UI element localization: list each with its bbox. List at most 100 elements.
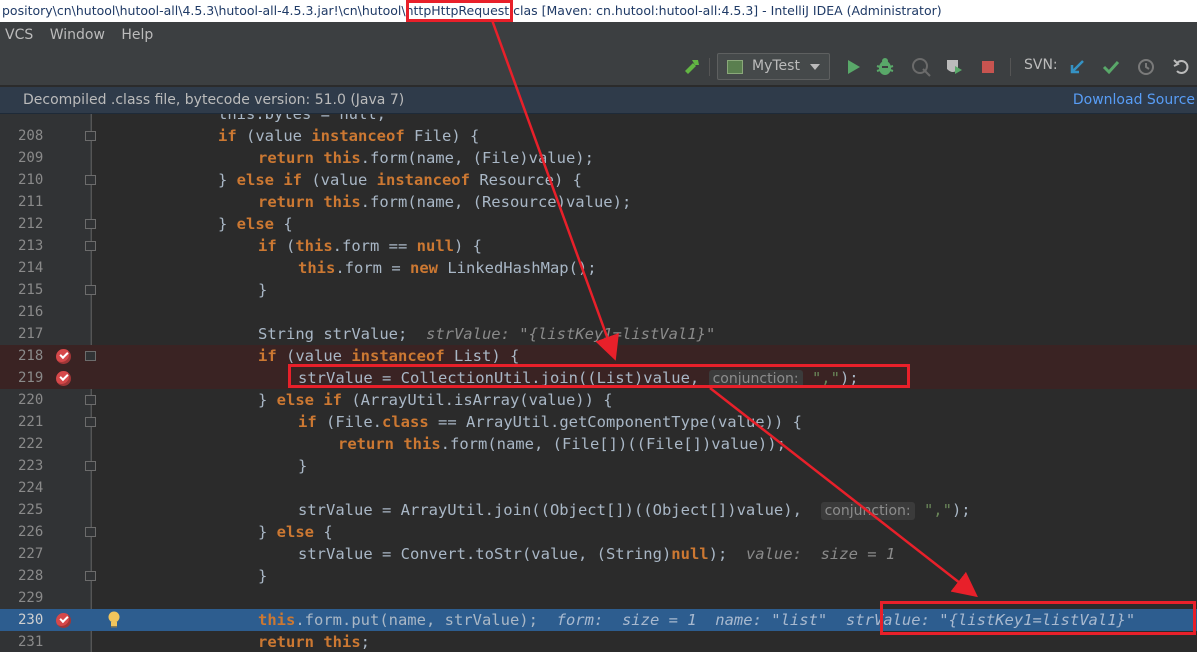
parameter-hint: conjunction: xyxy=(708,370,803,388)
inline-debug-value: strValue: "{listKey1=listVal1}" xyxy=(845,611,1136,629)
code-text: } else if (ArrayUtil.isArray(value)) { xyxy=(258,391,613,409)
line-number: 231 xyxy=(18,634,44,650)
fold-marker-icon[interactable] xyxy=(85,527,96,537)
toolbar-separator xyxy=(1010,58,1011,76)
inline-debug-value: strValue: "{listKey1=listVal1}" xyxy=(425,325,716,343)
code-text: return this.form(name, (File)value); xyxy=(258,149,594,167)
profiler-icon[interactable] xyxy=(943,56,965,78)
code-line-220[interactable]: 220 } else if (ArrayUtil.isArray(value))… xyxy=(0,389,1197,411)
run-coverage-icon[interactable] xyxy=(910,56,932,78)
line-number: 216 xyxy=(18,304,44,320)
fold-marker-icon[interactable] xyxy=(85,131,96,141)
menu-vcs[interactable]: VCS xyxy=(0,22,37,48)
code-line-228[interactable]: 228 } xyxy=(0,565,1197,587)
code-editor[interactable]: this.bytes = null; 208 if (value instanc… xyxy=(0,114,1197,652)
run-config-select[interactable]: MyTest xyxy=(717,53,830,80)
debug-bug-icon[interactable] xyxy=(874,56,896,78)
code-line-224[interactable]: 224 xyxy=(0,477,1197,499)
breakpoint-icon[interactable] xyxy=(56,349,71,364)
code-text: strValue = ArrayUtil.join((Object[])((Ob… xyxy=(298,501,971,520)
stop-icon[interactable] xyxy=(977,56,999,78)
line-number: 221 xyxy=(18,414,44,430)
code-text: if (File.class == ArrayUtil.getComponent… xyxy=(298,413,802,431)
main-toolbar: MyTest SVN: xyxy=(0,48,1197,86)
code-line-213[interactable]: 213 if (this.form == null) { xyxy=(0,235,1197,257)
code-text: String strValue; strValue: "{listKey1=li… xyxy=(258,325,716,343)
code-line-219[interactable]: 219 strValue = CollectionUtil.join((List… xyxy=(0,367,1197,389)
line-number: 213 xyxy=(18,238,44,254)
breakpoint-icon[interactable] xyxy=(56,613,71,628)
code-line-230-current[interactable]: 230 this.form.put(name, strValue); form:… xyxy=(0,609,1197,631)
breakpoint-icon[interactable] xyxy=(56,371,71,386)
svn-label: SVN: xyxy=(1024,57,1058,73)
code-text: return this.form(name, (File[])((File[])… xyxy=(338,435,786,453)
history-clock-icon[interactable] xyxy=(1135,56,1157,78)
code-line-222[interactable]: 222 return this.form(name, (File[])((Fil… xyxy=(0,433,1197,455)
line-number: 222 xyxy=(18,436,44,452)
code-line-208[interactable]: 208 if (value instanceof File) { xyxy=(0,125,1197,147)
code-line-221[interactable]: 221 if (File.class == ArrayUtil.getCompo… xyxy=(0,411,1197,433)
inline-debug-value: form: size = 1 name: "list" xyxy=(556,611,828,629)
svn-update-icon[interactable] xyxy=(1066,56,1088,78)
code-text: this.form = new LinkedHashMap(); xyxy=(298,259,597,277)
code-line-227[interactable]: 227 strValue = Convert.toStr(value, (Str… xyxy=(0,543,1197,565)
title-path: pository\cn\hutool\hutool-all\4.5.3\huto… xyxy=(2,3,432,18)
code-line-210[interactable]: 210 } else if (value instanceof Resource… xyxy=(0,169,1197,191)
fold-marker-icon[interactable] xyxy=(85,285,96,295)
fold-marker-icon[interactable] xyxy=(85,241,96,251)
decompiled-message: Decompiled .class file, bytecode version… xyxy=(23,92,405,108)
menu-window[interactable]: Window xyxy=(46,22,109,48)
code-line-217[interactable]: 217 String strValue; strValue: "{listKey… xyxy=(0,323,1197,345)
title-filename: HttpRequest.clas xyxy=(431,3,538,18)
line-number: 212 xyxy=(18,216,44,232)
line-number: 220 xyxy=(18,392,44,408)
code-line-212[interactable]: 212 } else { xyxy=(0,213,1197,235)
code-line-226[interactable]: 226 } else { xyxy=(0,521,1197,543)
code-text: } xyxy=(258,567,268,585)
line-number: 210 xyxy=(18,172,44,188)
code-line-223[interactable]: 223 } xyxy=(0,455,1197,477)
code-text: } else if (value instanceof Resource) { xyxy=(218,171,582,189)
run-config-icon xyxy=(727,60,743,74)
window-title: pository\cn\hutool\hutool-all\4.5.3\huto… xyxy=(0,0,1197,22)
code-line-215[interactable]: 215 } xyxy=(0,279,1197,301)
code-line-209[interactable]: 209 return this.form(name, (File)value); xyxy=(0,147,1197,169)
fold-marker-icon[interactable] xyxy=(85,175,96,185)
code-line-216[interactable]: 216 xyxy=(0,301,1197,323)
fold-marker-icon[interactable] xyxy=(85,417,96,427)
code-text: strValue = CollectionUtil.join((List)val… xyxy=(298,369,859,388)
menu-help[interactable]: Help xyxy=(117,22,157,48)
line-number: 229 xyxy=(18,590,44,606)
code-text: return this.form(name, (Resource)value); xyxy=(258,193,632,211)
code-text: } xyxy=(258,281,268,299)
fold-marker-icon[interactable] xyxy=(85,351,96,361)
line-number: 219 xyxy=(18,370,44,386)
fold-marker-icon[interactable] xyxy=(85,395,96,405)
code-line-214[interactable]: 214 this.form = new LinkedHashMap(); xyxy=(0,257,1197,279)
code-text: if (value instanceof File) { xyxy=(218,127,480,145)
run-icon[interactable] xyxy=(842,56,864,78)
code-text: if (this.form == null) { xyxy=(258,237,482,255)
code-line-211[interactable]: 211 return this.form(name, (Resource)val… xyxy=(0,191,1197,213)
fold-marker-icon[interactable] xyxy=(85,219,96,229)
line-number: 224 xyxy=(18,480,44,496)
code-line[interactable]: this.bytes = null; xyxy=(0,114,1197,125)
fold-marker-icon[interactable] xyxy=(85,571,96,581)
code-line-231[interactable]: 231 return this; xyxy=(0,631,1197,652)
code-line-218[interactable]: 218 if (value instanceof List) { xyxy=(0,345,1197,367)
download-sources-link[interactable]: Download Source xyxy=(1073,87,1195,114)
line-number: 230 xyxy=(18,612,44,628)
code-line-225[interactable]: 225 strValue = ArrayUtil.join((Object[])… xyxy=(0,499,1197,521)
line-number: 208 xyxy=(18,128,44,144)
revert-icon[interactable] xyxy=(1170,56,1192,78)
line-number: 217 xyxy=(18,326,44,342)
line-number: 225 xyxy=(18,502,44,518)
toolbar-separator xyxy=(709,58,710,76)
lightbulb-icon[interactable] xyxy=(107,611,121,628)
svn-commit-icon[interactable] xyxy=(1100,56,1122,78)
chevron-down-icon xyxy=(810,64,820,70)
line-number: 214 xyxy=(18,260,44,276)
code-line-229[interactable]: 229 xyxy=(0,587,1197,609)
build-hammer-icon[interactable] xyxy=(681,56,703,78)
fold-marker-icon[interactable] xyxy=(85,461,96,471)
